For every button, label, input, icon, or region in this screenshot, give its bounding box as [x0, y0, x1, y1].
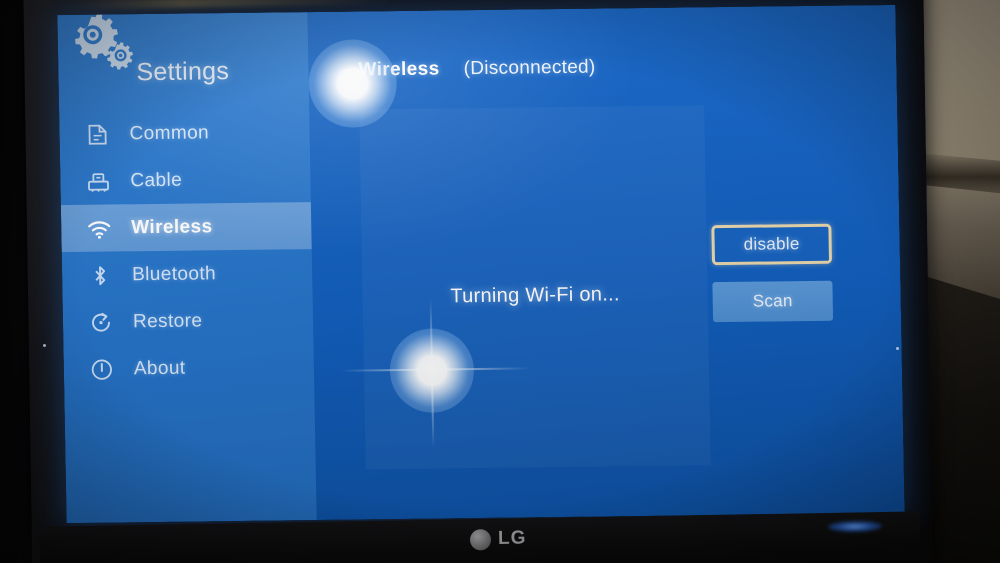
- sidebar-item-label: Bluetooth: [131, 262, 217, 285]
- sidebar-item-restore[interactable]: Restore: [63, 296, 314, 346]
- gears-icon: [61, 8, 134, 71]
- sidebar-item-label: Common: [129, 121, 210, 144]
- document-icon: [83, 120, 112, 148]
- sidebar-item-label: About: [133, 357, 186, 379]
- lg-logo: LG: [469, 527, 527, 551]
- page-title: Settings: [136, 57, 230, 87]
- sidebar-item-label: Cable: [130, 169, 183, 191]
- bluetooth-icon: [86, 261, 115, 289]
- sidebar-item-about[interactable]: About: [63, 343, 314, 393]
- sidebar-item-wireless[interactable]: Wireless: [60, 202, 312, 253]
- wifi-icon: [85, 214, 114, 242]
- scan-button[interactable]: Scan: [712, 280, 834, 323]
- lg-mark-icon: [469, 528, 492, 550]
- content-header: Wireless (Disconnected): [358, 57, 596, 82]
- status-message: Turning Wi-Fi on...: [450, 283, 620, 308]
- settings-app: Settings Common Cable Wireless Bluetooth…: [57, 4, 905, 524]
- sidebar-item-label: Restore: [132, 309, 203, 332]
- sidebar: Settings Common Cable Wireless Bluetooth…: [57, 12, 317, 524]
- sidebar-item-common[interactable]: Common: [59, 108, 310, 158]
- bezel-highlight-right: [896, 347, 899, 350]
- sidebar-menu: Common Cable Wireless Bluetooth Restore …: [59, 108, 314, 393]
- action-buttons: disable Scan: [711, 223, 834, 323]
- connection-status: (Disconnected): [463, 56, 596, 80]
- content-title: Wireless: [358, 58, 440, 81]
- ethernet-icon: [84, 167, 113, 195]
- sidebar-item-bluetooth[interactable]: Bluetooth: [62, 249, 313, 299]
- sidebar-item-label: Wireless: [131, 215, 213, 238]
- sidebar-item-cable[interactable]: Cable: [60, 155, 311, 205]
- power-info-icon: [88, 355, 117, 383]
- lg-brand-text: LG: [497, 527, 527, 550]
- restore-icon: [87, 308, 116, 336]
- photo-of-tv-screen: Settings Common Cable Wireless Bluetooth…: [0, 0, 1000, 563]
- bezel-highlight-left: [43, 344, 46, 347]
- tv-screen: Settings Common Cable Wireless Bluetooth…: [57, 4, 905, 524]
- disable-button[interactable]: disable: [711, 223, 833, 266]
